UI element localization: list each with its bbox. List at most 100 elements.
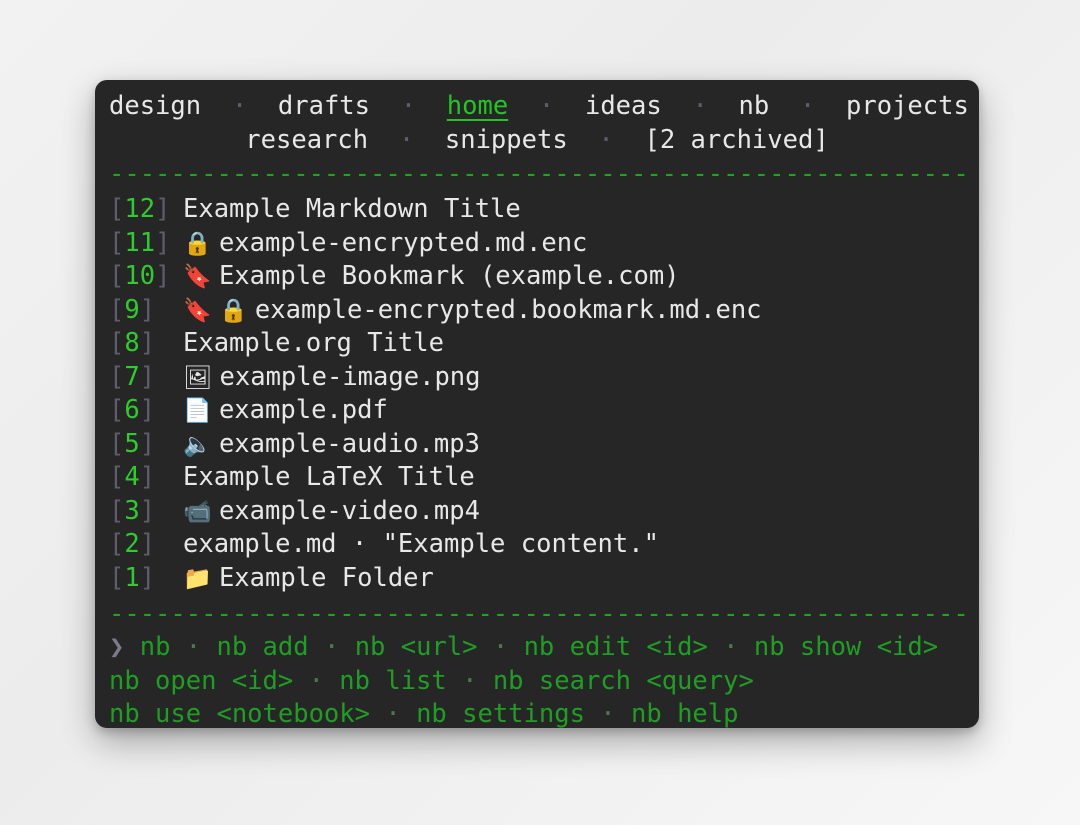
item-id[interactable]: [12]	[109, 193, 183, 227]
item-title[interactable]: example-image.png	[220, 362, 481, 392]
item-id-number: 3	[124, 495, 140, 526]
video-camera-icon: 📹	[183, 498, 219, 525]
item-id[interactable]: [4]	[109, 461, 183, 495]
item-id[interactable]: [2]	[109, 528, 183, 562]
item-id-bracket-left: [	[109, 227, 125, 258]
item-id-bracket-right: ]	[139, 328, 156, 358]
item-row[interactable]: [11] 🔒 example-encrypted.md.enc	[109, 227, 965, 261]
item-row[interactable]: [1] 📁 Example Folder	[109, 562, 965, 596]
command-hint-nb[interactable]: nb	[140, 632, 171, 662]
command-hint-nb-list[interactable]: nb list	[339, 666, 446, 696]
item-id-number: 12	[124, 194, 156, 224]
bookmark-lock-icon: 🔖 🔒	[183, 297, 255, 324]
item-row[interactable]: [7] 🖼 example-image.png	[109, 361, 965, 395]
item-row[interactable]: [5] 🔈 example-audio.mp3	[109, 428, 965, 462]
item-id[interactable]: [7]	[109, 361, 183, 395]
command-hint-nb-settings[interactable]: nb settings	[416, 699, 585, 728]
item-id-bracket-left: [	[109, 261, 125, 291]
item-id-number: 10	[124, 261, 156, 291]
notebook-separator-dot: ·	[567, 124, 645, 155]
command-hint-line: nb use <notebook> · nb settings · nb hel…	[109, 698, 965, 728]
item-title[interactable]: Example Bookmark (example.com)	[219, 261, 680, 291]
item-row[interactable]: [6] 📄 example.pdf	[109, 394, 965, 428]
item-id-number: 6	[124, 395, 140, 425]
item-title[interactable]: example-encrypted.md.enc	[219, 228, 587, 258]
item-id[interactable]: [11]	[109, 227, 183, 261]
item-row[interactable]: [10] 🔖 Example Bookmark (example.com)	[109, 260, 965, 294]
notebook-separator-dot: ·	[508, 91, 585, 121]
item-id[interactable]: [8]	[109, 327, 183, 361]
item-id-bracket-left: [	[109, 495, 125, 526]
item-id-bracket-right: ]	[155, 227, 171, 258]
image-icon: 🖼	[183, 364, 220, 391]
command-hint-nb-add[interactable]: nb add	[217, 632, 309, 662]
item-row[interactable]: [3] 📹 example-video.mp4	[109, 495, 965, 529]
folder-icon: 📁	[183, 565, 219, 592]
notebook-item-design[interactable]: design	[109, 91, 201, 121]
item-id[interactable]: [10]	[109, 260, 183, 294]
notebook-item-2-archived[interactable]: [2 archived]	[644, 125, 828, 155]
item-id-number: 11	[124, 227, 156, 258]
command-hint-nb-open-id[interactable]: nb open <id>	[109, 666, 293, 696]
notebook-item-snippets[interactable]: snippets	[445, 125, 568, 155]
item-title[interactable]: example-encrypted.bookmark.md.enc	[255, 295, 762, 325]
item-title[interactable]: Example Folder	[219, 563, 434, 593]
command-separator-dot: ·	[370, 699, 417, 728]
item-title[interactable]: example.pdf	[219, 395, 388, 425]
item-title[interactable]: Example.org Title	[183, 328, 444, 358]
item-id-bracket-right: ]	[139, 361, 156, 392]
notebook-item-projects[interactable]: projects	[846, 91, 969, 121]
notebook-item-ideas[interactable]: ideas	[585, 91, 662, 121]
notebook-nav: design · drafts · home · ideas · nb · pr…	[109, 90, 969, 158]
speaker-icon: 🔈	[183, 431, 219, 458]
notebook-item-nb[interactable]: nb	[739, 91, 770, 121]
command-separator-dot: ·	[446, 665, 493, 696]
item-id-bracket-right: ]	[155, 194, 171, 224]
command-hint-nb-edit-id[interactable]: nb edit <id>	[524, 632, 708, 662]
item-title[interactable]: example-audio.mp3	[219, 429, 480, 459]
notebook-nav-line-2: research · snippets · [2 archived]	[109, 124, 965, 158]
item-id[interactable]: [9]	[109, 294, 183, 328]
item-id[interactable]: [1]	[109, 562, 183, 596]
notebook-item-research[interactable]: research	[245, 125, 368, 155]
item-id-number: 7	[124, 361, 140, 392]
command-hint-nb-use-notebook[interactable]: nb use <notebook>	[109, 699, 370, 728]
item-row[interactable]: [9] 🔖 🔒 example-encrypted.bookmark.md.enc	[109, 294, 965, 328]
item-id-bracket-right: ]	[139, 428, 156, 459]
lock-icon: 🔒	[183, 230, 219, 257]
item-id-bracket-right: ]	[139, 529, 156, 559]
command-hint-line: nb open <id> · nb list · nb search <quer…	[109, 665, 965, 699]
command-separator-dot: ·	[308, 632, 355, 662]
item-row[interactable]: [12] Example Markdown Title	[109, 193, 965, 227]
item-title[interactable]: Example Markdown Title	[183, 194, 521, 224]
command-hint-nb-search-query[interactable]: nb search <query>	[493, 666, 754, 696]
item-id-bracket-left: [	[109, 395, 125, 425]
item-title[interactable]: example.md · "Example content."	[183, 529, 659, 559]
item-id-bracket-left: [	[109, 428, 125, 459]
item-title[interactable]: example-video.mp4	[219, 496, 480, 526]
item-id[interactable]: [3]	[109, 495, 183, 529]
notebook-separator-dot: ·	[769, 91, 846, 121]
item-id[interactable]: [5]	[109, 428, 183, 462]
command-separator-dot: ·	[584, 699, 632, 728]
notebook-item-home[interactable]: home	[447, 91, 508, 121]
item-id-number: 1	[124, 562, 140, 593]
command-hint-nb-url[interactable]: nb <url>	[355, 632, 478, 662]
item-id-bracket-left: [	[109, 562, 125, 593]
notebook-separator-dot: ·	[201, 91, 278, 121]
command-hint-nb-help[interactable]: nb help	[631, 699, 738, 728]
document-icon: 📄	[183, 398, 219, 424]
item-id-bracket-left: [	[109, 361, 125, 392]
item-row[interactable]: [4] Example LaTeX Title	[109, 461, 965, 495]
notebook-item-drafts[interactable]: drafts	[278, 91, 370, 121]
item-row[interactable]: [8] Example.org Title	[109, 327, 965, 361]
item-row[interactable]: [2] example.md · "Example content."	[109, 528, 965, 562]
footer-separator-rule: ----------------------------------------…	[109, 599, 965, 629]
item-id[interactable]: [6]	[109, 394, 183, 428]
header-separator-rule: ----------------------------------------…	[109, 159, 965, 189]
item-id-bracket-right: ]	[139, 462, 156, 492]
command-hint-nb-show-id[interactable]: nb show <id>	[754, 632, 938, 662]
item-title[interactable]: Example LaTeX Title	[183, 462, 475, 492]
item-list: [12] Example Markdown Title [11] 🔒 example-…	[109, 193, 965, 595]
terminal-window: design · drafts · home · ideas · nb · pr…	[95, 80, 979, 728]
